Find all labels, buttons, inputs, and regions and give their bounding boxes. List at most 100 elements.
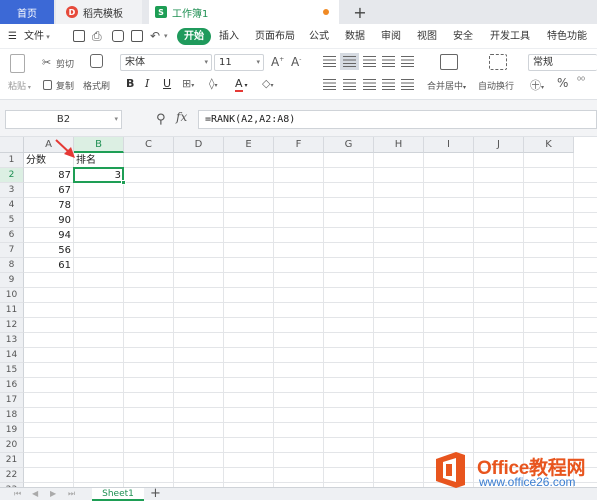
- next-sheet-icon[interactable]: ▶: [50, 489, 56, 498]
- tab-workbook[interactable]: S 工作簿1: [149, 0, 339, 24]
- copy-icon[interactable]: [43, 80, 52, 90]
- print-icon[interactable]: [112, 30, 124, 42]
- row-header-4[interactable]: 4: [0, 198, 24, 213]
- row-header-21[interactable]: 21: [0, 453, 24, 468]
- paste-icon[interactable]: [10, 54, 25, 73]
- column-header-g[interactable]: G: [324, 137, 374, 153]
- hamburger-icon[interactable]: ☰: [8, 24, 17, 49]
- border-icon[interactable]: ⊞▾: [182, 77, 194, 90]
- cell-a4[interactable]: 78: [24, 198, 74, 213]
- indent-increase-icon[interactable]: [401, 56, 414, 67]
- cell-a7[interactable]: 56: [24, 243, 74, 258]
- menu-security[interactable]: 安全: [453, 24, 473, 49]
- column-header-f[interactable]: F: [274, 137, 324, 153]
- row-header-6[interactable]: 6: [0, 228, 24, 243]
- row-header-17[interactable]: 17: [0, 393, 24, 408]
- name-box[interactable]: B2 ▾: [5, 110, 122, 129]
- align-bottom-icon[interactable]: [363, 56, 376, 67]
- row-header-22[interactable]: 22: [0, 468, 24, 483]
- merge-center-icon[interactable]: [440, 54, 458, 70]
- column-header-i[interactable]: I: [424, 137, 474, 153]
- align-middle-icon[interactable]: [340, 53, 359, 70]
- align-right-icon[interactable]: [363, 79, 376, 90]
- menu-review[interactable]: 审阅: [381, 24, 401, 49]
- last-sheet-icon[interactable]: ⏭: [68, 489, 75, 499]
- row-header-19[interactable]: 19: [0, 423, 24, 438]
- percent-button[interactable]: %: [557, 76, 568, 90]
- row-header-16[interactable]: 16: [0, 378, 24, 393]
- undo-icon[interactable]: ↶: [150, 24, 160, 49]
- first-sheet-icon[interactable]: ⏮: [14, 489, 21, 499]
- row-header-9[interactable]: 9: [0, 273, 24, 288]
- tab-template[interactable]: D 稻壳模板: [56, 0, 142, 24]
- export-pdf-icon[interactable]: ⎙: [92, 24, 102, 49]
- menu-view[interactable]: 视图: [417, 24, 437, 49]
- menu-page-layout[interactable]: 页面布局: [255, 24, 295, 49]
- row-header-7[interactable]: 7: [0, 243, 24, 258]
- thousands-separator-icon[interactable]: ⁰⁰: [577, 76, 585, 87]
- format-painter-button[interactable]: 格式刷: [83, 79, 110, 92]
- column-header-k[interactable]: K: [524, 137, 574, 153]
- menu-start[interactable]: 开始: [177, 28, 211, 45]
- column-header-j[interactable]: J: [474, 137, 524, 153]
- wrap-text-icon[interactable]: [489, 54, 507, 70]
- row-header-15[interactable]: 15: [0, 363, 24, 378]
- column-header-e[interactable]: E: [224, 137, 274, 153]
- fx-icon[interactable]: fx: [176, 110, 187, 124]
- row-header-12[interactable]: 12: [0, 318, 24, 333]
- spreadsheet-grid[interactable]: ABCDEFGHIJK 1 2 3 4 5 6 7 8 9 10 11 12 13 14 15 16 17 18 1…: [0, 137, 597, 487]
- row-header-13[interactable]: 13: [0, 333, 24, 348]
- zoom-icon[interactable]: ⚲: [156, 112, 166, 127]
- italic-button[interactable]: I: [145, 77, 149, 90]
- row-header-20[interactable]: 20: [0, 438, 24, 453]
- scissors-icon[interactable]: ✂: [42, 56, 51, 69]
- quick-access-more-icon[interactable]: ▾: [164, 24, 168, 49]
- justify-icon[interactable]: [382, 79, 395, 90]
- bold-button[interactable]: B: [126, 77, 134, 90]
- row-header-8[interactable]: 8: [0, 258, 24, 273]
- menu-special-features[interactable]: 特色功能: [547, 24, 587, 49]
- font-name-select[interactable]: 宋体 ▾: [120, 54, 212, 71]
- align-left-icon[interactable]: [323, 79, 336, 90]
- column-header-h[interactable]: H: [374, 137, 424, 153]
- cell-a5[interactable]: 90: [24, 213, 74, 228]
- sheet-tab-sheet1[interactable]: Sheet1: [92, 488, 144, 501]
- formula-input[interactable]: =RANK(A2,A2:A8): [198, 110, 597, 129]
- row-header-11[interactable]: 11: [0, 303, 24, 318]
- paste-button[interactable]: 粘贴 ▾: [8, 79, 31, 92]
- align-top-icon[interactable]: [323, 56, 336, 67]
- fill-color-icon[interactable]: ◊▾: [209, 77, 217, 90]
- menu-file[interactable]: 文件 ▾: [24, 24, 50, 49]
- menu-formulas[interactable]: 公式: [309, 24, 329, 49]
- underline-button[interactable]: U: [163, 77, 171, 90]
- menu-developer[interactable]: 开发工具: [490, 24, 530, 49]
- row-header-5[interactable]: 5: [0, 213, 24, 228]
- wrap-text-button[interactable]: 自动换行: [478, 79, 514, 92]
- copy-button[interactable]: 复制: [56, 79, 74, 92]
- distributed-align-icon[interactable]: [401, 79, 414, 90]
- menu-insert[interactable]: 插入: [219, 24, 239, 49]
- clear-format-icon[interactable]: ◇▾: [262, 77, 273, 90]
- cell-a8[interactable]: 61: [24, 258, 74, 273]
- increase-font-icon[interactable]: A+: [271, 55, 284, 69]
- align-center-icon[interactable]: [343, 79, 356, 90]
- cell-a6[interactable]: 94: [24, 228, 74, 243]
- currency-icon[interactable]: ㊉▾: [530, 77, 544, 93]
- save-icon[interactable]: [73, 30, 85, 42]
- font-size-select[interactable]: 11 ▾: [214, 54, 264, 71]
- print-preview-icon[interactable]: [131, 30, 143, 42]
- row-header-18[interactable]: 18: [0, 408, 24, 423]
- row-header-10[interactable]: 10: [0, 288, 24, 303]
- new-tab-button[interactable]: +: [350, 2, 370, 22]
- row-header-14[interactable]: 14: [0, 348, 24, 363]
- tab-home[interactable]: 首页: [0, 0, 54, 24]
- number-format-select[interactable]: 常规: [528, 54, 597, 71]
- prev-sheet-icon[interactable]: ◀: [32, 489, 38, 498]
- format-painter-icon[interactable]: [90, 54, 103, 68]
- cut-button[interactable]: 剪切: [56, 57, 74, 70]
- menu-data[interactable]: 数据: [345, 24, 365, 49]
- add-sheet-button[interactable]: +: [150, 486, 161, 501]
- decrease-font-icon[interactable]: A-: [291, 55, 301, 69]
- font-color-button[interactable]: A ▾: [235, 77, 247, 92]
- name-box-dropdown-icon[interactable]: ▾: [114, 111, 118, 128]
